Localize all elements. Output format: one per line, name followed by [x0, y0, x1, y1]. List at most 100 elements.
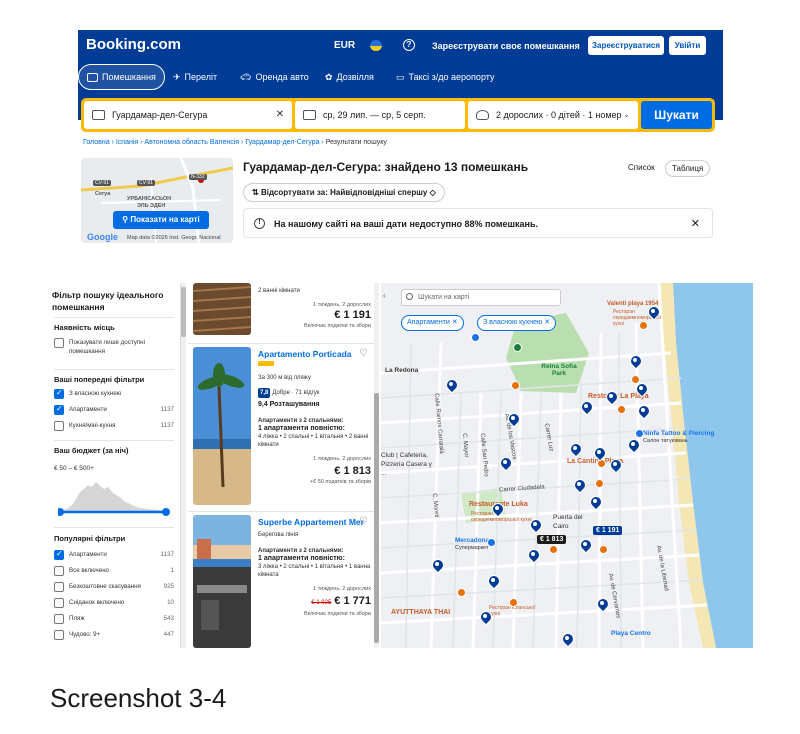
results-scrollbar[interactable] [374, 283, 379, 648]
heart-icon[interactable]: ♡ [359, 349, 369, 359]
view-table-toggle[interactable]: Таблиця [665, 160, 711, 177]
destination-field[interactable]: Гуардамар-дел-Сегура ✕ [84, 101, 292, 129]
show-on-map-button[interactable]: ⚲ Показати на карті [113, 211, 209, 229]
collapse-map-icon[interactable]: ‹ [383, 291, 386, 300]
signin-button[interactable]: Увійти [669, 36, 706, 55]
property-card[interactable]: Apartamento Porticada ♡ За 300 м від пля… [188, 347, 378, 509]
chip-apartments[interactable]: Апартаменти ✕ [401, 315, 464, 331]
chip-own-kitchen[interactable]: З власною кухнею ✕ [477, 315, 557, 331]
search-icon [406, 293, 413, 300]
breadcrumb-city[interactable]: Гуардамар-дел-Сегура [245, 139, 319, 146]
close-icon[interactable]: ✕ [691, 209, 700, 239]
price-marker[interactable]: € 1 813 [537, 535, 567, 544]
checkbox[interactable] [54, 598, 64, 608]
breadcrumb-region[interactable]: Автономна область Валенсія [144, 139, 239, 146]
sort-icon: ⇅ [252, 188, 261, 197]
filter-excellent[interactable]: Чудово: 9+ 447 [54, 629, 174, 641]
property-photo[interactable] [193, 515, 251, 648]
taxi-icon: ▭ [396, 72, 405, 82]
property-card[interactable]: 2 ванні кімнати 1 тиждень, 2 дорослих € … [188, 283, 378, 343]
filter-beach[interactable]: Пляж 543 [54, 613, 174, 625]
filter-scrollbar[interactable] [181, 283, 186, 648]
price: € 1 813 [334, 465, 371, 477]
property-photo[interactable] [193, 347, 251, 505]
checkbox[interactable] [54, 582, 64, 592]
filter-kitchenette[interactable]: Кухня/міні-кухня 1137 [54, 420, 174, 432]
google-logo: Google [87, 232, 118, 242]
bed-icon [87, 72, 98, 82]
filter-apartments-prev[interactable]: Апартаменти 1137 [54, 404, 174, 416]
filter-heading: Фільтр пошуку ідеального помешкання [52, 290, 164, 312]
nav-airport-taxi[interactable]: ▭ Таксі з/до аеропорту [396, 64, 494, 90]
restaurant-icon[interactable] [509, 598, 518, 607]
ukraine-flag-icon[interactable] [370, 40, 382, 51]
heart-icon[interactable]: ♡ [359, 517, 369, 527]
nav-stays[interactable]: Помешкання [78, 64, 165, 90]
checkbox[interactable] [54, 338, 64, 348]
nav-attractions[interactable]: ✿ Дозвілля [325, 64, 374, 90]
list-property-link[interactable]: Зареєструвати своє помешкання [432, 41, 580, 51]
property-card[interactable]: Superbe Appartement Mer ♡ Берегова лінія… [188, 515, 378, 648]
shopping-icon[interactable] [487, 538, 496, 547]
close-icon[interactable]: ✕ [452, 319, 458, 326]
nav-flights[interactable]: ✈ Переліт [173, 64, 217, 90]
checkbox[interactable] [54, 630, 64, 640]
checkbox[interactable] [54, 614, 64, 624]
shop-icon[interactable] [635, 429, 644, 438]
property-photo[interactable] [193, 283, 251, 335]
guests-field[interactable]: 2 дорослих · 0 дітей · 1 номер ⌄ [468, 101, 638, 129]
budget-range: € 50 – € 500+ [54, 465, 94, 472]
results-list: 2 ванні кімнати 1 тиждень, 2 дорослих € … [188, 283, 378, 648]
figure-caption: Screenshot 3-4 [50, 683, 227, 713]
filter-own-kitchen[interactable]: З власною кухнею [54, 388, 174, 400]
rating-stars [258, 361, 274, 366]
search-button[interactable]: Шукати [641, 101, 712, 129]
currency-button[interactable]: EUR [334, 40, 355, 51]
view-list-toggle[interactable]: Список [622, 160, 661, 177]
close-icon[interactable]: ✕ [544, 319, 550, 326]
mini-map[interactable]: CV-91 CV-91 N-332 Cerya УРБАНІСАСЬОН ЭЛЬ… [81, 158, 233, 243]
results-map[interactable]: ‹ Шукати на карті Апартаменти ✕ З власно… [381, 283, 753, 648]
restaurant-icon[interactable] [549, 545, 558, 554]
checkbox-checked[interactable] [54, 404, 64, 415]
help-icon[interactable]: ? [403, 39, 415, 51]
property-name-link[interactable]: Superbe Appartement Mer [258, 517, 371, 527]
register-button[interactable]: Зареєструватися [588, 36, 664, 55]
bottom-screenshot: Фільтр пошуку ідеального помешкання Наяв… [48, 283, 753, 648]
price: € 1 191 [334, 309, 371, 321]
checkbox-checked[interactable] [54, 388, 64, 399]
dates-field[interactable]: ср, 29 лип. — ср, 5 серп. [295, 101, 465, 129]
main-nav: Помешкання ✈ Переліт 🚗︎ Оренда авто ✿ До… [78, 64, 723, 90]
budget-histogram[interactable] [58, 477, 170, 517]
filter-sidebar: Фільтр пошуку ідеального помешкання Наяв… [48, 283, 181, 648]
attraction-icon: ✿ [325, 72, 333, 82]
restaurant-icon[interactable] [599, 545, 608, 554]
price-marker[interactable]: € 1 191 [593, 526, 623, 535]
person-icon [476, 110, 489, 120]
breadcrumb-country[interactable]: Іспанія [116, 139, 138, 146]
checkbox[interactable] [54, 421, 64, 431]
restaurant-icon[interactable] [457, 588, 466, 597]
checkbox-checked[interactable] [54, 549, 64, 560]
sort-dropdown[interactable]: ⇅ Відсортувати за: Найвідповідніші сперш… [243, 183, 445, 202]
property-name-link[interactable]: Apartamento Porticada [258, 349, 371, 359]
restaurant-icon[interactable] [595, 479, 604, 488]
breadcrumb-current: Результати пошуку [325, 139, 387, 146]
logo[interactable]: Booking.com [86, 36, 181, 53]
restaurant-icon[interactable] [511, 381, 520, 390]
filter-breakfast[interactable]: Сніданок включено 10 [54, 597, 174, 609]
filter-available-only[interactable]: Показувати лише доступні помешкання [54, 337, 174, 359]
checkbox[interactable] [54, 566, 64, 576]
filter-apartments[interactable]: Апартаменти 1137 [54, 549, 174, 561]
filter-free-cancel[interactable]: Безкоштовне скасування 925 [54, 581, 174, 593]
restaurant-icon[interactable] [617, 405, 626, 414]
restaurant-icon[interactable] [639, 321, 648, 330]
breadcrumb-home[interactable]: Головна [83, 139, 110, 146]
map-credit: Map data ©2026 Inst. Geogr. Nacional [127, 235, 221, 241]
filter-all-inclusive[interactable]: Все включено 1 [54, 565, 174, 577]
bus-icon[interactable] [471, 333, 480, 342]
park-icon[interactable] [513, 343, 522, 352]
map-search-input[interactable]: Шукати на карті [401, 289, 561, 306]
nav-car-rental[interactable]: 🚗︎ Оренда авто [240, 64, 309, 90]
clear-icon[interactable]: ✕ [276, 101, 284, 129]
